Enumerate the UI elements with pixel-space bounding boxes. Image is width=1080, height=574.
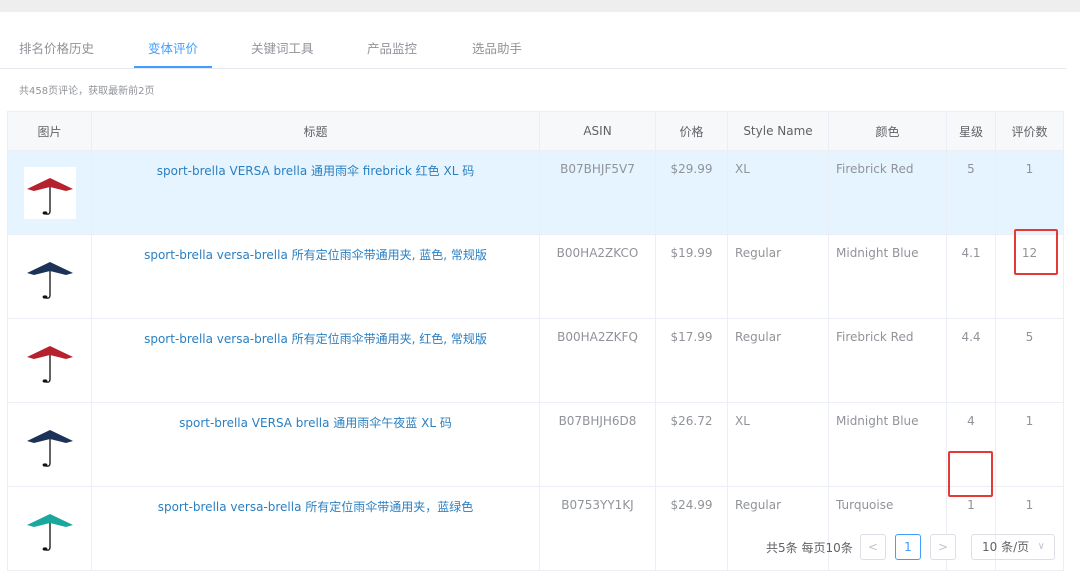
header-color: 颜色 — [828, 111, 947, 151]
header-image: 图片 — [7, 111, 92, 151]
product-title-cell: sport-brella VERSA brella 通用雨伞 firebrick… — [91, 150, 540, 235]
page-size-label: 10 条/页 — [982, 540, 1030, 554]
product-title-link[interactable]: sport-brella VERSA brella 通用雨伞 firebrick… — [157, 162, 474, 179]
product-image-cell — [7, 234, 92, 319]
header-price: 价格 — [655, 111, 728, 151]
tab-selection-assistant[interactable]: 选品助手 — [472, 38, 522, 67]
product-thumbnail[interactable] — [23, 418, 76, 471]
table-row[interactable]: sport-brella VERSA brella 通用雨伞 firebrick… — [7, 150, 1064, 235]
review-summary: 共458页评论，获取最新前2页 — [19, 86, 155, 97]
next-page-button[interactable]: > — [930, 534, 956, 560]
header-review-count: 评价数 — [995, 111, 1064, 151]
product-thumbnail[interactable] — [23, 250, 76, 303]
table-header-row: 图片 标题 ASIN 价格 Style Name 颜色 星级 评价数 — [7, 111, 1064, 151]
price-cell: $29.99 — [655, 150, 728, 235]
header-style-name: Style Name — [727, 111, 829, 151]
style-name-cell: Regular — [727, 318, 829, 403]
header-title: 标题 — [91, 111, 540, 151]
price-cell: $19.99 — [655, 234, 728, 319]
tab-product-monitor[interactable]: 产品监控 — [367, 38, 417, 67]
product-title-link[interactable]: sport-brella VERSA brella 通用雨伞午夜蓝 XL 码 — [179, 414, 452, 431]
style-name-cell: XL — [727, 402, 829, 487]
style-name-cell: Regular — [727, 486, 829, 571]
tab-keyword-tool[interactable]: 关键词工具 — [251, 38, 314, 67]
style-name-cell: Regular — [727, 234, 829, 319]
product-thumbnail[interactable] — [23, 502, 76, 555]
tab-variant-reviews[interactable]: 变体评价 — [133, 38, 213, 68]
product-thumbnail[interactable] — [23, 334, 76, 387]
rating-cell: 4 — [946, 402, 996, 487]
product-thumbnail[interactable] — [23, 166, 76, 219]
review-count-cell: 1 — [995, 402, 1064, 487]
table-row[interactable]: sport-brella versa-brella 所有定位雨伞带通用夹, 蓝色… — [7, 234, 1064, 319]
pagination-info: 共5条 每页10条 — [766, 541, 853, 555]
style-name-cell: XL — [727, 150, 829, 235]
product-image-cell — [7, 402, 92, 487]
umbrella-icon — [26, 513, 73, 551]
header-asin: ASIN — [539, 111, 656, 151]
tab-rank-price-history[interactable]: 排名价格历史 — [19, 38, 94, 67]
price-cell: $17.99 — [655, 318, 728, 403]
color-cell: Turquoise — [828, 486, 947, 571]
color-cell: Midnight Blue — [828, 234, 947, 319]
rating-cell: 4.4 — [946, 318, 996, 403]
page-number-button[interactable]: 1 — [895, 534, 921, 560]
product-image-cell — [7, 318, 92, 403]
product-title-cell: sport-brella VERSA brella 通用雨伞午夜蓝 XL 码 — [91, 402, 540, 487]
umbrella-icon — [26, 429, 73, 467]
asin-cell: B07BHJF5V7 — [539, 150, 656, 235]
asin-cell: B00HA2ZKCO — [539, 234, 656, 319]
header-rating: 星级 — [946, 111, 996, 151]
review-count-cell: 5 — [995, 318, 1064, 403]
product-title-cell: sport-brella versa-brella 所有定位雨伞带通用夹, 红色… — [91, 318, 540, 403]
umbrella-icon — [26, 345, 73, 383]
chevron-down-icon: ∨ — [1037, 541, 1045, 552]
table-row[interactable]: sport-brella VERSA brella 通用雨伞午夜蓝 XL 码 B0… — [7, 402, 1064, 487]
color-cell: Firebrick Red — [828, 318, 947, 403]
product-title-link[interactable]: sport-brella versa-brella 所有定位雨伞带通用夹, 红色… — [144, 330, 487, 347]
review-count-cell: 1 — [995, 150, 1064, 235]
asin-cell: B00HA2ZKFQ — [539, 318, 656, 403]
umbrella-icon — [26, 177, 73, 215]
product-image-cell — [7, 150, 92, 235]
rating-cell: 5 — [946, 150, 996, 235]
tab-bar: 排名价格历史 变体评价 关键词工具 产品监控 选品助手 — [0, 38, 1066, 69]
product-title-cell: sport-brella versa-brella 所有定位雨伞带通用夹，蓝绿色 — [91, 486, 540, 571]
page-size-select[interactable]: 10 条/页 ∨ — [971, 534, 1055, 560]
color-cell: Midnight Blue — [828, 402, 947, 487]
asin-cell: B07BHJH6D8 — [539, 402, 656, 487]
rating-cell: 4.1 — [946, 234, 996, 319]
prev-page-button[interactable]: < — [860, 534, 886, 560]
product-title-link[interactable]: sport-brella versa-brella 所有定位雨伞带通用夹，蓝绿色 — [158, 498, 474, 515]
product-image-cell — [7, 486, 92, 571]
asin-cell: B0753YY1KJ — [539, 486, 656, 571]
variant-table: 图片 标题 ASIN 价格 Style Name 颜色 星级 评价数 sport… — [7, 111, 1064, 571]
price-cell: $24.99 — [655, 486, 728, 571]
top-bar — [0, 0, 1080, 12]
review-count-cell: 12 — [995, 234, 1064, 319]
product-title-cell: sport-brella versa-brella 所有定位雨伞带通用夹, 蓝色… — [91, 234, 540, 319]
price-cell: $26.72 — [655, 402, 728, 487]
table-row[interactable]: sport-brella versa-brella 所有定位雨伞带通用夹, 红色… — [7, 318, 1064, 403]
umbrella-icon — [26, 261, 73, 299]
color-cell: Firebrick Red — [828, 150, 947, 235]
product-title-link[interactable]: sport-brella versa-brella 所有定位雨伞带通用夹, 蓝色… — [144, 246, 487, 263]
